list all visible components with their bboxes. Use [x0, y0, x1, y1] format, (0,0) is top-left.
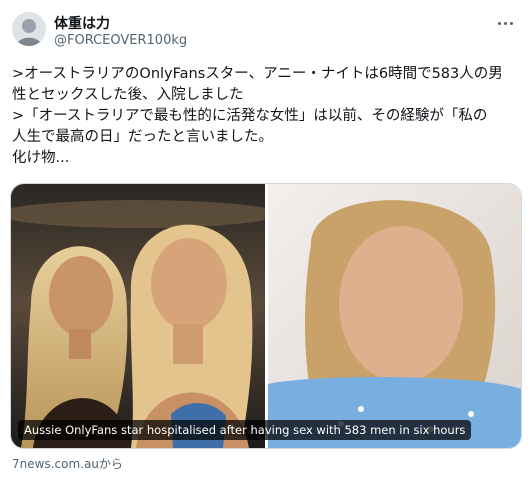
- right-photo: [268, 184, 521, 448]
- link-preview-card[interactable]: [10, 183, 522, 449]
- tweet-line: >オーストラリアのOnlyFansスター、アニー・ナイトは6時間で583人の男: [12, 66, 503, 82]
- avatar[interactable]: [12, 12, 46, 46]
- tweet-text: >オーストラリアのOnlyFansスター、アニー・ナイトは6時間で583人の男 …: [12, 64, 522, 169]
- tweet-line: 性とセックスした後、入院しました: [12, 87, 244, 103]
- link-preview-image: [11, 184, 521, 448]
- author-handle[interactable]: @FORCEOVER100kg: [54, 33, 187, 48]
- tweet-line: 人生で最高の日」だったと言いました。: [12, 129, 273, 145]
- tweet-card: 体重は力 @FORCEOVER100kg >オーストラリアのOnlyFansスタ…: [0, 0, 532, 485]
- left-photo: [11, 184, 278, 448]
- more-options-button[interactable]: [494, 14, 516, 32]
- tweet-line: >「オーストラリアで最も性的に活発な女性」は以前、その経験が「私の: [12, 108, 488, 124]
- avatar-image: [12, 12, 46, 46]
- more-horizontal-icon: [497, 21, 501, 25]
- link-source[interactable]: 7news.com.auから: [12, 455, 123, 472]
- link-card-caption[interactable]: Aussie OnlyFans star hospitalised after …: [18, 420, 472, 440]
- author-display-name[interactable]: 体重は力: [54, 13, 110, 33]
- tweet-line: 化け物...: [12, 150, 70, 166]
